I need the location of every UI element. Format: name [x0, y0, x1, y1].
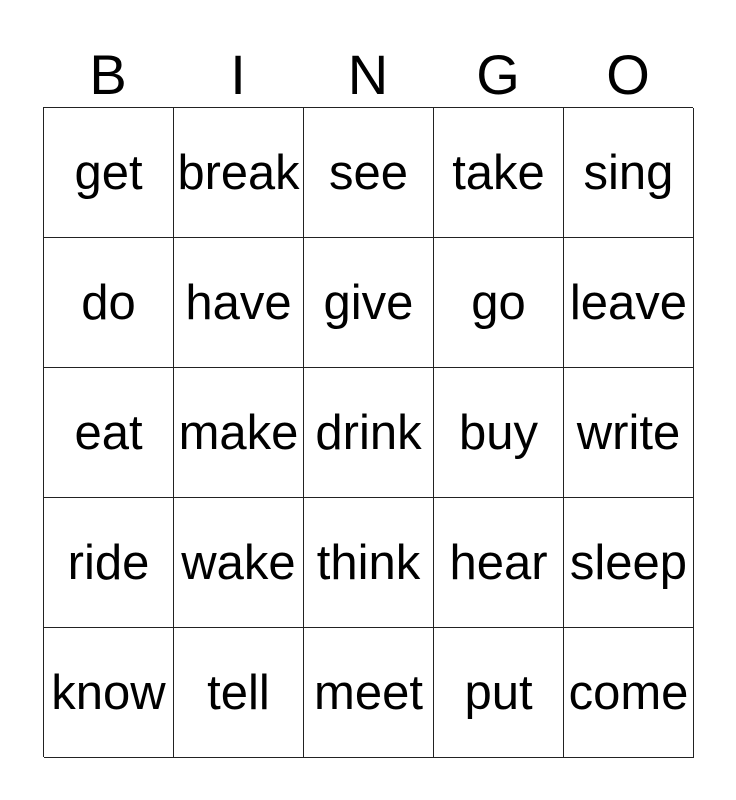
- bingo-cell[interactable]: wake: [174, 498, 304, 628]
- bingo-cell[interactable]: know: [44, 628, 174, 758]
- bingo-cell[interactable]: do: [44, 238, 174, 368]
- bingo-cell[interactable]: go: [434, 238, 564, 368]
- header-letter-b: B: [89, 43, 127, 106]
- bingo-cell-word: drink: [315, 405, 422, 460]
- bingo-cell-word: wake: [181, 535, 296, 590]
- bingo-cell-word: have: [185, 275, 292, 330]
- bingo-cell-word: make: [178, 405, 299, 460]
- bingo-cell[interactable]: put: [434, 628, 564, 758]
- bingo-cell[interactable]: make: [174, 368, 304, 498]
- bingo-cell-word: ride: [67, 535, 150, 590]
- bingo-cell-word: go: [471, 275, 526, 330]
- bingo-cell[interactable]: sing: [564, 108, 694, 238]
- bingo-cell[interactable]: hear: [434, 498, 564, 628]
- bingo-cell-word: know: [51, 665, 166, 720]
- bingo-cell-word: meet: [314, 665, 423, 720]
- bingo-cell-word: tell: [207, 665, 270, 720]
- header-letter-n: N: [347, 43, 389, 106]
- bingo-cell-word: buy: [458, 405, 538, 460]
- bingo-cell[interactable]: think: [304, 498, 434, 628]
- bingo-cell-word: think: [316, 535, 421, 590]
- bingo-cell[interactable]: come: [564, 628, 694, 758]
- bingo-cell[interactable]: meet: [304, 628, 434, 758]
- bingo-cell[interactable]: break: [174, 108, 304, 238]
- bingo-cell[interactable]: leave: [564, 238, 694, 368]
- bingo-cell[interactable]: take: [434, 108, 564, 238]
- bingo-cell[interactable]: sleep: [564, 498, 694, 628]
- bingo-cell[interactable]: see: [304, 108, 434, 238]
- bingo-cell-word: break: [177, 145, 300, 200]
- bingo-cell-word: write: [576, 405, 681, 460]
- bingo-cell-word: put: [464, 665, 533, 720]
- bingo-cell[interactable]: give: [304, 238, 434, 368]
- bingo-cell-word: give: [323, 275, 414, 330]
- bingo-card-grid: get break see take sing do have give go leave eat m…: [43, 107, 694, 758]
- bingo-cell[interactable]: write: [564, 368, 694, 498]
- bingo-cell-word: see: [328, 145, 408, 200]
- bingo-cell-word: eat: [74, 405, 143, 460]
- bingo-cell-word: sleep: [569, 535, 688, 590]
- bingo-header: B I N G O: [43, 44, 693, 106]
- header-letter-i: I: [230, 43, 246, 106]
- bingo-cell[interactable]: eat: [44, 368, 174, 498]
- bingo-cell-word: leave: [569, 275, 688, 330]
- bingo-cell[interactable]: tell: [174, 628, 304, 758]
- bingo-cell-word: take: [452, 145, 545, 200]
- header-letter-o: O: [606, 43, 650, 106]
- bingo-cell-word: hear: [449, 535, 548, 590]
- bingo-cell[interactable]: ride: [44, 498, 174, 628]
- bingo-cell[interactable]: have: [174, 238, 304, 368]
- bingo-cell-word: do: [81, 275, 136, 330]
- bingo-cell-word: get: [74, 145, 143, 200]
- bingo-cell[interactable]: get: [44, 108, 174, 238]
- header-letter-g: G: [476, 43, 520, 106]
- bingo-cell-word: come: [568, 665, 689, 720]
- bingo-cell-word: sing: [583, 145, 674, 200]
- bingo-cell[interactable]: buy: [434, 368, 564, 498]
- bingo-cell[interactable]: drink: [304, 368, 434, 498]
